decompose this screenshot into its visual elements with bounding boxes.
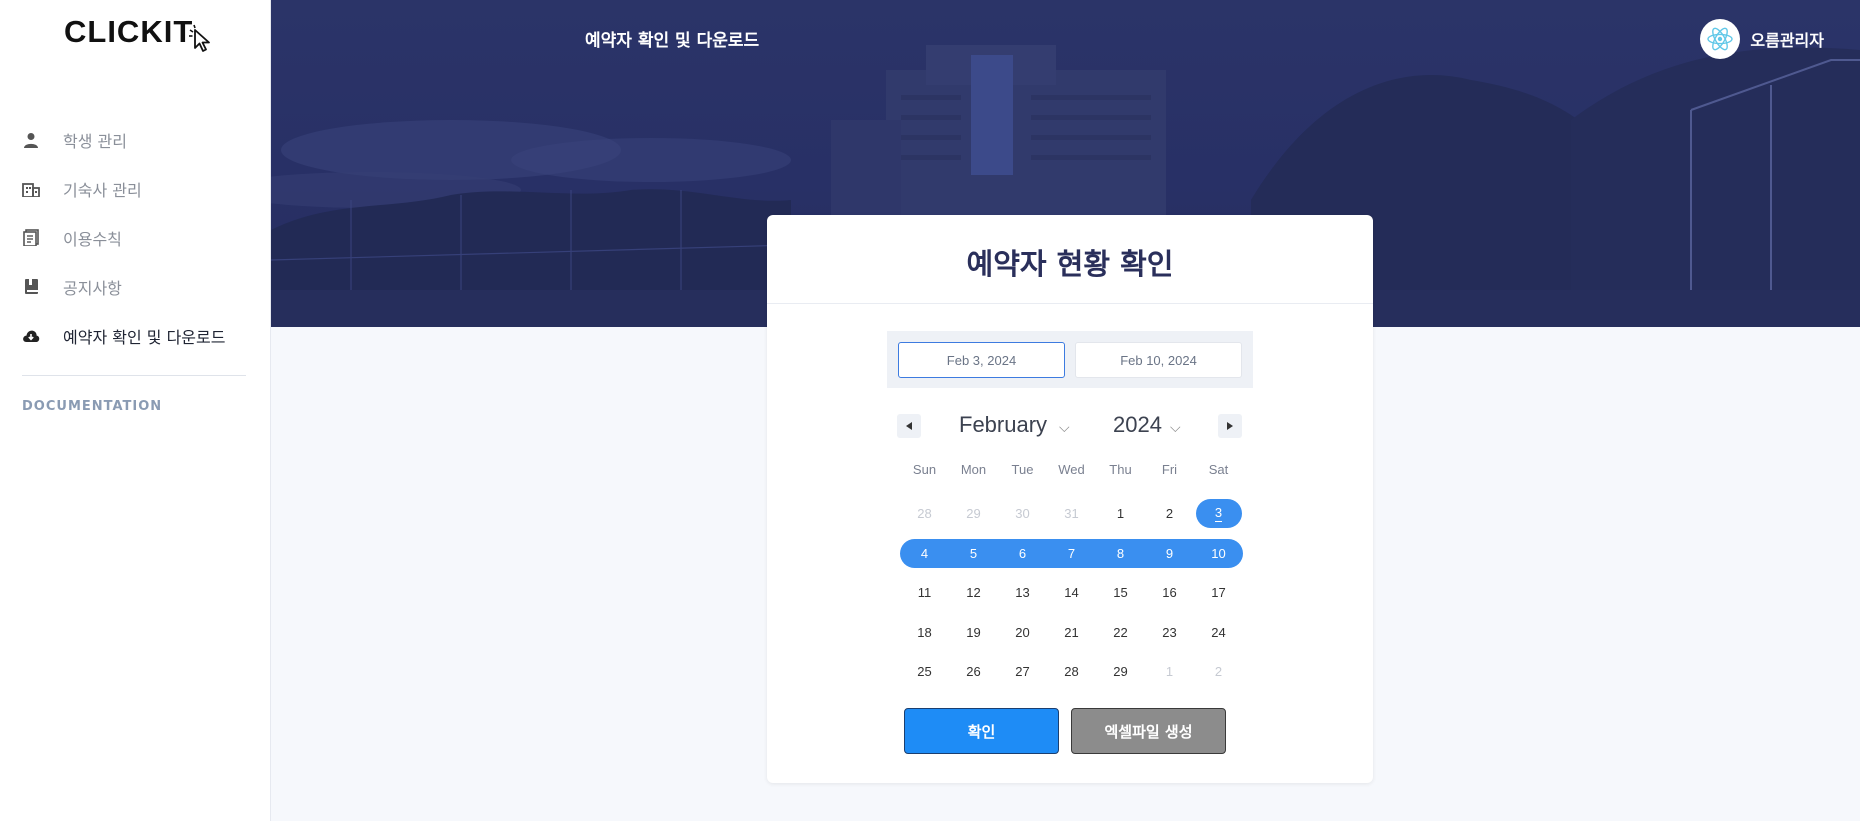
sidebar: CLICKIT 학생 관리 기숙사 관리 이용수칙 공지사항 예약자 확인 및 …	[0, 0, 271, 821]
calendar-week: 4 5 6 7 8 9 10	[900, 534, 1243, 574]
documentation-heading: DOCUMENTATION	[22, 399, 163, 414]
triangle-left-icon	[906, 422, 912, 430]
calendar-week: 28 29 30 31 1 2 3	[900, 494, 1243, 534]
calendar-day[interactable]: 19	[949, 618, 998, 647]
calendar-day-in-range[interactable]: 6	[998, 538, 1047, 568]
next-month-button[interactable]	[1218, 414, 1242, 438]
confirm-button[interactable]: 확인	[904, 708, 1059, 754]
calendar-day[interactable]: 29	[1096, 657, 1145, 686]
cloud-download-icon	[22, 327, 40, 345]
create-excel-button[interactable]: 엑셀파일 생성	[1071, 708, 1226, 754]
weekday-label: Wed	[1058, 462, 1085, 477]
react-atom-icon	[1707, 27, 1734, 51]
calendar-week: 18 19 20 21 22 23 24	[900, 613, 1243, 653]
user-name: 오름관리자	[1750, 31, 1824, 50]
calendar-day-in-range[interactable]: 9	[1145, 538, 1194, 568]
calendar-day[interactable]: 23	[1145, 618, 1194, 647]
calendar-day-outside-month[interactable]: 30	[998, 499, 1047, 528]
sidebar-item-notices[interactable]: 공지사항	[0, 262, 271, 311]
calendar-day[interactable]: 15	[1096, 578, 1145, 607]
calendar-grid: 28 29 30 31 1 2 3 4 5 6 7 8 9 10 11 12 1…	[900, 494, 1243, 692]
calendar-day[interactable]: 25	[900, 657, 949, 686]
chevron-down-icon: ⌵	[1059, 419, 1070, 435]
weekday-label: Fri	[1161, 462, 1178, 477]
calendar-day[interactable]: 12	[949, 578, 998, 607]
calendar-day[interactable]: 21	[1047, 618, 1096, 647]
calendar-day[interactable]: 1	[1096, 499, 1145, 528]
calendar-day-outside-month[interactable]: 2	[1194, 657, 1243, 686]
calendar-day[interactable]: 14	[1047, 578, 1096, 607]
weekday-label: Tue	[1011, 462, 1034, 477]
weekday-label: Thu	[1109, 462, 1132, 477]
calendar-day-outside-month[interactable]: 28	[900, 499, 949, 528]
weekday-label: Mon	[960, 462, 987, 477]
sidebar-item-label: 공지사항	[63, 278, 122, 298]
date-range-picker	[887, 331, 1253, 388]
weekday-row: Sun Mon Tue Wed Thu Fri Sat	[900, 462, 1243, 477]
calendar-day[interactable]: 13	[998, 578, 1047, 607]
calendar-day-in-range[interactable]: 7	[1047, 538, 1096, 568]
sidebar-item-label: 학생 관리	[63, 131, 127, 151]
year-value: 2024	[1113, 412, 1162, 437]
month-select[interactable]: February ⌵	[959, 412, 1070, 438]
person-icon	[22, 131, 40, 149]
weekday-label: Sat	[1208, 462, 1229, 477]
sidebar-item-students[interactable]: 학생 관리	[0, 115, 271, 164]
year-select[interactable]: 2024 ⌵	[1113, 412, 1181, 438]
card-divider	[767, 303, 1373, 304]
calendar-day[interactable]: 24	[1194, 618, 1243, 647]
calendar-day[interactable]: 20	[998, 618, 1047, 647]
calendar-day[interactable]: 2	[1145, 499, 1194, 528]
calendar-day[interactable]: 16	[1145, 578, 1194, 607]
logo[interactable]: CLICKIT	[64, 14, 217, 54]
sidebar-item-dormitory[interactable]: 기숙사 관리	[0, 164, 271, 213]
page-title: 예약자 확인 및 다운로드	[585, 31, 760, 51]
calendar-day[interactable]: 28	[1047, 657, 1096, 686]
calendar-day[interactable]: 22	[1096, 618, 1145, 647]
calendar-week: 11 12 13 14 15 16 17	[900, 573, 1243, 613]
end-date-input[interactable]	[1075, 342, 1242, 378]
reservation-card: 예약자 현황 확인 February⌵ 2024⌵ Sun Mon Tue We…	[767, 215, 1373, 783]
weekday-label: Sun	[912, 462, 937, 477]
card-title: 예약자 현황 확인	[966, 247, 1174, 281]
calendar-day[interactable]: 18	[900, 618, 949, 647]
calendar-header: February ⌵ 2024 ⌵	[897, 412, 1242, 442]
user-menu[interactable]: 오름관리자	[1700, 19, 1824, 59]
sidebar-item-rules[interactable]: 이용수칙	[0, 213, 271, 262]
sidebar-item-label: 기숙사 관리	[63, 180, 142, 200]
avatar[interactable]	[1700, 19, 1741, 59]
start-date-input[interactable]	[898, 342, 1065, 378]
logo-text: CLICKIT	[64, 14, 194, 49]
book-icon	[22, 278, 40, 296]
chevron-down-icon: ⌵	[1169, 419, 1181, 435]
calendar-day[interactable]: 17	[1194, 578, 1243, 607]
sidebar-item-reservations[interactable]: 예약자 확인 및 다운로드	[0, 311, 271, 360]
previous-month-button[interactable]	[897, 414, 921, 438]
calendar-day-in-range[interactable]: 4	[900, 538, 949, 568]
calendar-week: 25 26 27 28 29 1 2	[900, 652, 1243, 692]
document-icon	[22, 229, 40, 247]
calendar-day-outside-month[interactable]: 1	[1145, 657, 1194, 686]
calendar-day[interactable]: 27	[998, 657, 1047, 686]
triangle-right-icon	[1227, 422, 1233, 430]
calendar-day-number: 3	[1214, 505, 1223, 523]
sidebar-item-label: 예약자 확인 및 다운로드	[63, 327, 226, 347]
calendar-day-in-range[interactable]: 5	[949, 538, 998, 568]
calendar-day[interactable]: 11	[900, 578, 949, 607]
calendar-day-outside-month[interactable]: 31	[1047, 499, 1096, 528]
sidebar-nav: 학생 관리 기숙사 관리 이용수칙 공지사항 예약자 확인 및 다운로드	[0, 115, 271, 360]
sidebar-item-label: 이용수칙	[63, 229, 122, 249]
building-icon	[22, 180, 40, 198]
calendar-day-in-range[interactable]: 8	[1096, 538, 1145, 568]
calendar-day-range-start[interactable]: 3	[1195, 499, 1242, 529]
month-value: February	[959, 412, 1048, 437]
sidebar-divider	[22, 375, 246, 376]
calendar-day[interactable]: 26	[949, 657, 998, 686]
calendar-day-outside-month[interactable]: 29	[949, 499, 998, 528]
calendar-day-range-end[interactable]: 10	[1194, 538, 1243, 568]
cursor-icon	[189, 24, 211, 52]
